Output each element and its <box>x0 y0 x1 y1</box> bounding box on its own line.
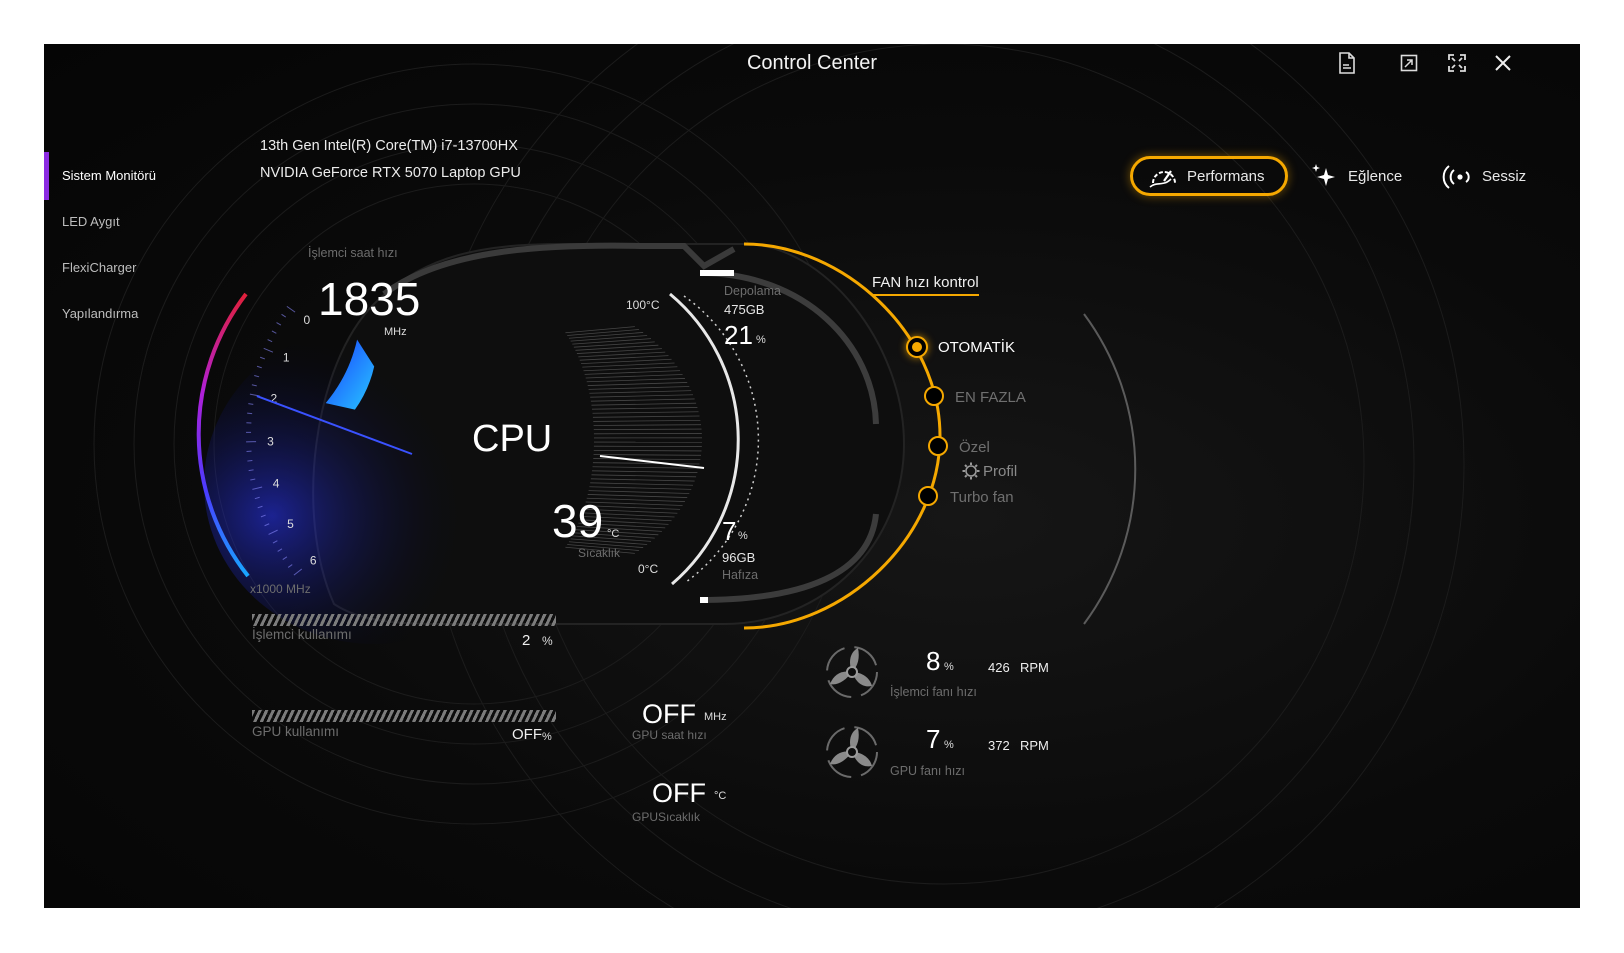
gpu-usage-bar <box>252 710 556 722</box>
clock-tick-label-1: 1 <box>283 351 290 365</box>
cpu-fan-icon <box>826 646 878 698</box>
fan-option-custom-radio[interactable] <box>928 436 948 456</box>
cpu-fan-unit: % <box>944 661 954 673</box>
clock-tick-label-5: 5 <box>287 517 294 531</box>
cpu-temp-value: 39 <box>552 495 604 547</box>
gpu-temp-value: OFF <box>652 778 706 808</box>
gpu-usage-label: GPU kullanımı <box>252 724 340 739</box>
gpu-temp-label: GPUSıcaklık <box>632 810 701 824</box>
cpu-fan-rpm-unit: RPM <box>1020 660 1049 675</box>
gauge-cluster: 0123456 <box>196 242 942 644</box>
gpu-fan-unit: % <box>944 739 954 751</box>
gpu-clock-label: GPU saat hızı <box>632 728 707 742</box>
temp-min-label: 0°C <box>638 562 659 576</box>
cpu-fan-rpm: 426 <box>988 660 1010 675</box>
cpu-clock-scale-label: x1000 MHz <box>250 582 311 596</box>
cpu-fan-label: İşlemci fanı hızı <box>890 685 977 699</box>
cpu-clock-label: İşlemci saat hızı <box>308 246 398 260</box>
fan-option-max-radio[interactable] <box>924 386 944 406</box>
control-center-window: Control Center Sistem Monitörü LED Aygıt… <box>44 44 1580 908</box>
fan-profile-label: Profil <box>983 462 1018 480</box>
memory-unit: % <box>738 530 748 542</box>
gpu-temp-unit: °C <box>714 790 727 802</box>
cpu-clock-unit: MHz <box>384 326 407 338</box>
cpu-usage-bar <box>252 614 556 626</box>
fan-profile-button[interactable]: Profil <box>962 462 1017 480</box>
gpu-clock-unit: MHz <box>704 711 727 723</box>
memory-label: Hafıza <box>722 568 759 582</box>
clock-tick-label-4: 4 <box>273 477 280 491</box>
memory-value: 7 <box>722 516 737 546</box>
gpu-fan-value: 7 <box>926 724 941 754</box>
fan-option-custom-label[interactable]: Özel <box>959 439 990 456</box>
fan-option-auto-label[interactable]: OTOMATİK <box>938 339 1015 356</box>
gear-icon <box>962 462 980 480</box>
gpu-fan-label: GPU fanı hızı <box>890 764 966 778</box>
cpu-clock-value: 1835 <box>318 273 421 325</box>
clock-tick-label-6: 6 <box>310 553 317 567</box>
gpu-fan-rpm-unit: RPM <box>1020 738 1049 753</box>
memory-size: 96GB <box>722 550 756 565</box>
gpu-fan-icon <box>826 726 878 778</box>
fan-option-auto-radio[interactable] <box>906 336 928 358</box>
cpu-temp-unit: °C <box>607 528 620 540</box>
cpu-title: CPU <box>472 418 553 460</box>
fan-control-title: FAN hızı kontrol <box>872 274 979 296</box>
storage-size: 475GB <box>724 302 765 317</box>
gpu-usage-value: OFF <box>512 726 542 743</box>
fan-option-turbo-label[interactable]: Turbo fan <box>950 489 1014 506</box>
storage-label: Depolama <box>724 284 781 298</box>
clock-tick-label-3: 3 <box>267 434 274 448</box>
storage-value: 21 <box>724 320 753 350</box>
gpu-usage-unit: % <box>542 731 552 743</box>
gpu-fan-rpm: 372 <box>988 738 1010 753</box>
clock-tick-label-0: 0 <box>304 313 311 327</box>
storage-unit: % <box>756 334 766 346</box>
cpu-usage-unit: % <box>542 634 553 648</box>
gpu-clock-value: OFF <box>642 699 696 729</box>
cpu-usage-label: İşlemci kullanımı <box>252 627 352 642</box>
fan-option-max-label[interactable]: EN FAZLA <box>955 389 1026 406</box>
temp-max-label: 100°C <box>626 298 660 312</box>
cpu-fan-value: 8 <box>926 646 941 676</box>
cpu-temp-label: Sıcaklık <box>578 546 621 560</box>
cpu-usage-value: 2 <box>522 632 531 649</box>
fan-option-turbo-radio[interactable] <box>918 486 938 506</box>
